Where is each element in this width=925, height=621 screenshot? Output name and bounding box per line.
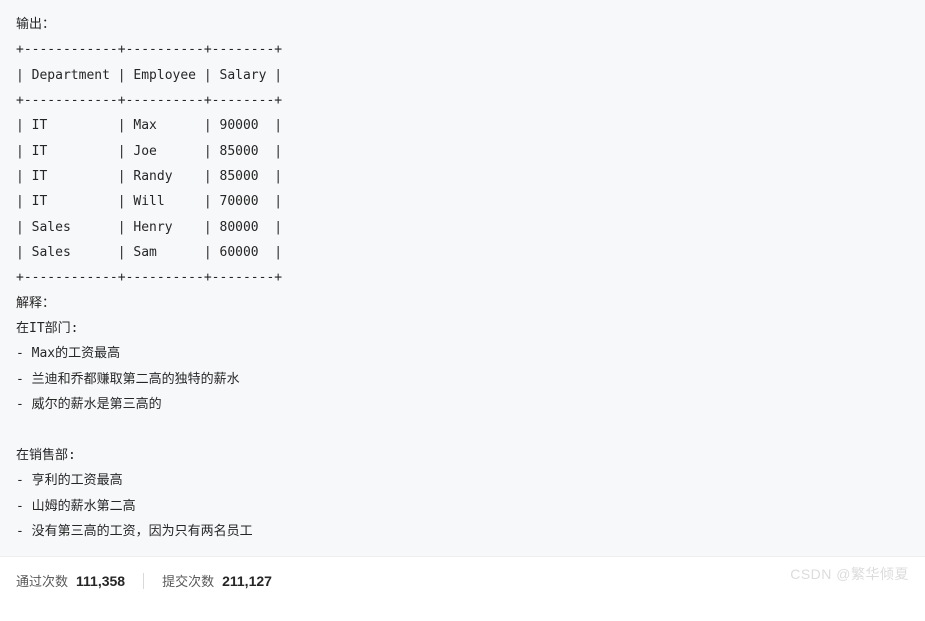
table-row: | Sales | Sam | 60000 | <box>16 245 282 260</box>
pass-count-value: 111,358 <box>76 573 125 589</box>
submit-count-group: 提交次数 211,127 <box>162 571 272 590</box>
table-divider: +------------+----------+--------+ <box>16 270 282 285</box>
list-item: - 兰迪和乔都赚取第二高的独特的薪水 <box>16 372 240 387</box>
output-label: 输出： <box>16 17 55 32</box>
list-item: - 威尔的薪水是第三高的 <box>16 397 162 412</box>
divider <box>143 573 144 589</box>
table-row: | IT | Will | 70000 | <box>16 194 282 209</box>
submit-count-value: 211,127 <box>222 573 272 589</box>
it-header: 在IT部门: <box>16 321 78 336</box>
list-item: - Max的工资最高 <box>16 346 120 361</box>
table-divider: +------------+----------+--------+ <box>16 93 282 108</box>
table-header: | Department | Employee | Salary | <box>16 68 282 83</box>
table-divider: +------------+----------+--------+ <box>16 42 282 57</box>
code-output-block: 输出： +------------+----------+--------+ |… <box>0 0 925 556</box>
explain-label: 解释： <box>16 296 55 311</box>
list-item: - 亨利的工资最高 <box>16 473 123 488</box>
list-item: - 山姆的薪水第二高 <box>16 499 136 514</box>
table-row: | Sales | Henry | 80000 | <box>16 220 282 235</box>
stats-bar: 通过次数 111,358 提交次数 211,127 CSDN @繁华倾夏 <box>0 556 925 604</box>
submit-count-label: 提交次数 <box>162 571 214 590</box>
table-row: | IT | Joe | 85000 | <box>16 144 282 159</box>
list-item: - 没有第三高的工资，因为只有两名员工 <box>16 524 253 539</box>
pass-count-group: 通过次数 111,358 <box>16 571 125 590</box>
watermark: CSDN @繁华倾夏 <box>790 564 909 584</box>
table-row: | IT | Randy | 85000 | <box>16 169 282 184</box>
pass-count-label: 通过次数 <box>16 571 68 590</box>
sales-header: 在销售部: <box>16 448 76 463</box>
table-row: | IT | Max | 90000 | <box>16 118 282 133</box>
